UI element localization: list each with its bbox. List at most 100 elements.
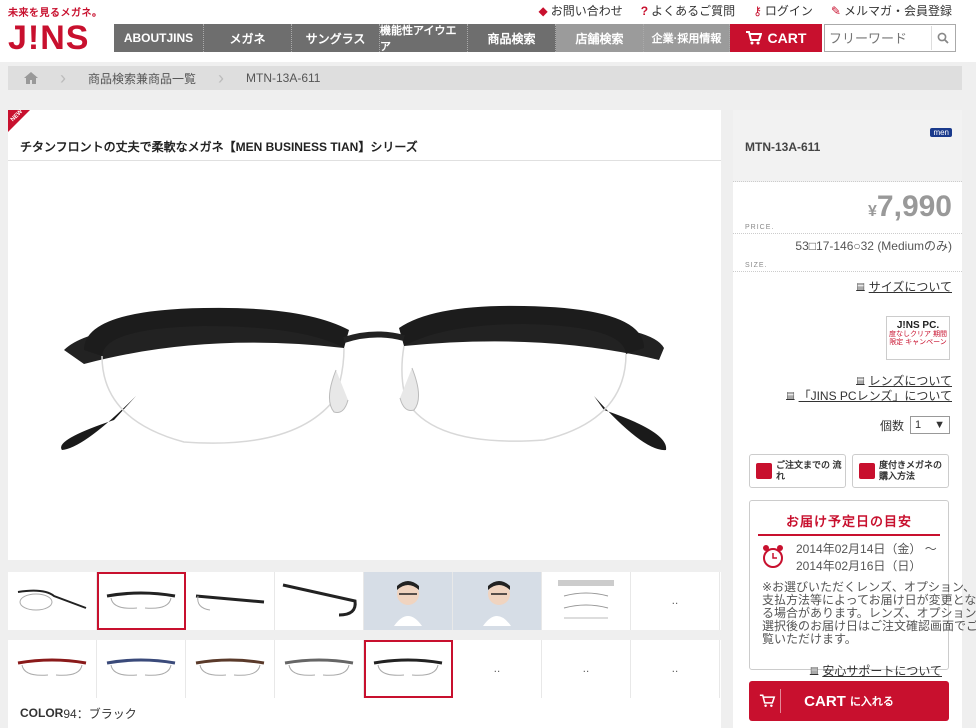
- order-flow-button[interactable]: ご注文までの 流れ: [749, 454, 846, 488]
- thumbnail-empty: ‥: [631, 640, 720, 698]
- faq-link[interactable]: ? よくあるご質問: [641, 2, 735, 19]
- price: ¥7,990: [868, 190, 952, 224]
- nav-glasses[interactable]: メガネ: [204, 24, 292, 52]
- pencil-icon: ✎: [830, 3, 841, 18]
- thumbnail-spec-sheet[interactable]: [542, 572, 631, 630]
- header-cart-label: CART: [767, 30, 807, 46]
- inquiry-label: お問い合わせ: [550, 4, 623, 18]
- document-icon: ▤: [856, 375, 865, 385]
- quantity-select[interactable]: 1 ▼: [910, 416, 950, 434]
- color-label: COLOR: [20, 706, 64, 720]
- delivery-to: 2014年02月16日（日）: [796, 559, 922, 573]
- book-icon: [756, 463, 772, 479]
- product-sku: MTN-13A-611: [745, 140, 821, 154]
- document-icon: ▤: [809, 665, 819, 675]
- nav-store-search[interactable]: 店舗検索: [556, 24, 644, 52]
- thumbnail-empty: ‥: [631, 572, 720, 630]
- empty-marker: ‥: [493, 663, 501, 675]
- divider: [758, 534, 940, 536]
- logo-tagline: 未来を見るメガネ。: [8, 8, 103, 19]
- quantity-row: 個数 1 ▼: [880, 416, 950, 434]
- size-row: SIZE. 53□17-146○32 (Mediumのみ): [733, 234, 962, 272]
- alarm-clock-icon: [763, 545, 783, 568]
- key-icon: ⚷: [753, 3, 762, 18]
- divider: [8, 160, 721, 161]
- search-input[interactable]: [825, 26, 931, 50]
- jins-logo[interactable]: 未来を見るメガネ。 J!NS: [8, 4, 104, 57]
- product-title: チタンフロントの丈夫で柔軟なメガネ【MEN BUSINESS TIAN】シリーズ: [20, 140, 418, 154]
- thumbnail-model-side[interactable]: [453, 572, 542, 630]
- jins-pc-banner[interactable]: J!NS PC. 度なしクリア 期間限定 キャンペーン: [886, 316, 950, 360]
- thumbnail-empty: ‥: [542, 640, 631, 698]
- login-label: ログイン: [764, 4, 813, 18]
- quantity-label: 個数: [879, 418, 904, 433]
- add-to-cart-button[interactable]: CART に入れる: [749, 681, 949, 721]
- nav-product-search[interactable]: 商品検索: [468, 24, 556, 52]
- prescription-guide-button[interactable]: 度付きメガネの 購入方法: [852, 454, 949, 488]
- glasses-thumb-image: [284, 658, 354, 676]
- product-image[interactable]: [44, 170, 684, 510]
- header-cart-button[interactable]: CART: [730, 24, 822, 52]
- add-to-cart-label: CART: [804, 692, 846, 710]
- breadcrumb-item-list[interactable]: 商品検索兼商品一覧: [72, 70, 212, 87]
- breadcrumb-separator: ›: [218, 67, 225, 88]
- breadcrumb-home[interactable]: [8, 66, 54, 90]
- order-flow-label: ご注文までの 流れ: [776, 460, 842, 481]
- login-link[interactable]: ⚷ ログイン: [753, 2, 813, 19]
- register-link[interactable]: ✎ メルマガ・会員登録: [831, 2, 952, 19]
- color-thumbnail[interactable]: [275, 640, 364, 698]
- delivery-estimate: お届け予定日の目安 2014年02月14日（金） 〜 2014年02月16日（日…: [749, 500, 976, 670]
- color-thumbnail-selected[interactable]: [364, 640, 453, 698]
- empty-marker: ‥: [671, 663, 679, 675]
- jins-pc-lens-label: 「JINS PCレンズ」について: [798, 389, 952, 403]
- chevron-down-icon: ▼: [934, 419, 945, 431]
- sku-header: men MTN-13A-611: [733, 110, 962, 182]
- main-nav: ABOUTJINS メガネ サングラス 機能性アイウエア 商品検索 店舗検索 企…: [114, 24, 960, 53]
- glasses-thumb-image: [195, 658, 265, 676]
- jins-pc-lens-link[interactable]: ▤ 「JINS PCレンズ」について: [786, 387, 962, 404]
- search-button[interactable]: [931, 26, 953, 50]
- cart-icon: [759, 689, 781, 713]
- nav-sunglasses[interactable]: サングラス: [292, 24, 380, 52]
- thumbnail-selected[interactable]: [97, 572, 186, 630]
- empty-marker: ‥: [582, 663, 590, 675]
- glasses-thumb-image: [17, 589, 87, 611]
- support-link[interactable]: ▤ 安心サポートについて: [810, 662, 952, 679]
- glasses-thumb-image: [106, 658, 176, 676]
- prescription-guide-label: 度付きメガネの 購入方法: [879, 460, 943, 481]
- color-thumbnail[interactable]: [8, 640, 97, 698]
- nav-about[interactable]: ABOUTJINS: [114, 24, 204, 52]
- price-label: PRICE.: [745, 224, 775, 231]
- faq-label: よくあるご質問: [651, 4, 736, 18]
- search-box: [824, 24, 956, 52]
- tag-icon: ◆: [538, 3, 548, 18]
- color-info: COLOR 94：ブラック: [8, 698, 721, 728]
- inquiry-link[interactable]: ◆ お問い合わせ: [539, 2, 623, 19]
- search-icon: [937, 32, 949, 44]
- site-header: 未来を見るメガネ。 J!NS ◆ お問い合わせ ? よくあるご質問 ⚷ ログイン ✎ メ…: [0, 0, 976, 62]
- document-icon: ▤: [856, 281, 865, 291]
- thumbnail-empty: ‥: [453, 640, 542, 698]
- jins-pc-text: 度なしクリア 期間限定 キャンペーン: [889, 331, 947, 346]
- document-icon: ▤: [786, 390, 795, 400]
- color-thumbnail[interactable]: [186, 640, 275, 698]
- home-icon: [24, 72, 38, 84]
- support-label: 安心サポートについて: [822, 664, 942, 678]
- angle-thumbnails: ‥: [8, 572, 721, 630]
- thumbnail[interactable]: [8, 572, 97, 630]
- nav-functional[interactable]: 機能性アイウエア: [380, 24, 468, 53]
- thumbnail-model-front[interactable]: [364, 572, 453, 630]
- thumbnail[interactable]: [186, 572, 275, 630]
- size-info-link[interactable]: ▤ サイズについて: [733, 278, 962, 295]
- color-thumbnail[interactable]: [97, 640, 186, 698]
- thumbnail[interactable]: [275, 572, 364, 630]
- glasses-thumb-image: [17, 658, 87, 676]
- glasses-thumb-image: [106, 591, 176, 609]
- size-value: 53□17-146○32 (Mediumのみ): [795, 239, 952, 253]
- add-to-cart-sub: に入れる: [849, 696, 894, 708]
- nav-corporate[interactable]: 企業·採用情報: [644, 24, 730, 52]
- size-label: SIZE.: [745, 262, 768, 269]
- guide-buttons: ご注文までの 流れ 度付きメガネの 購入方法: [749, 454, 949, 488]
- jins-pc-title: J!NS PC.: [896, 320, 940, 331]
- spec-sheet-image: [558, 580, 614, 619]
